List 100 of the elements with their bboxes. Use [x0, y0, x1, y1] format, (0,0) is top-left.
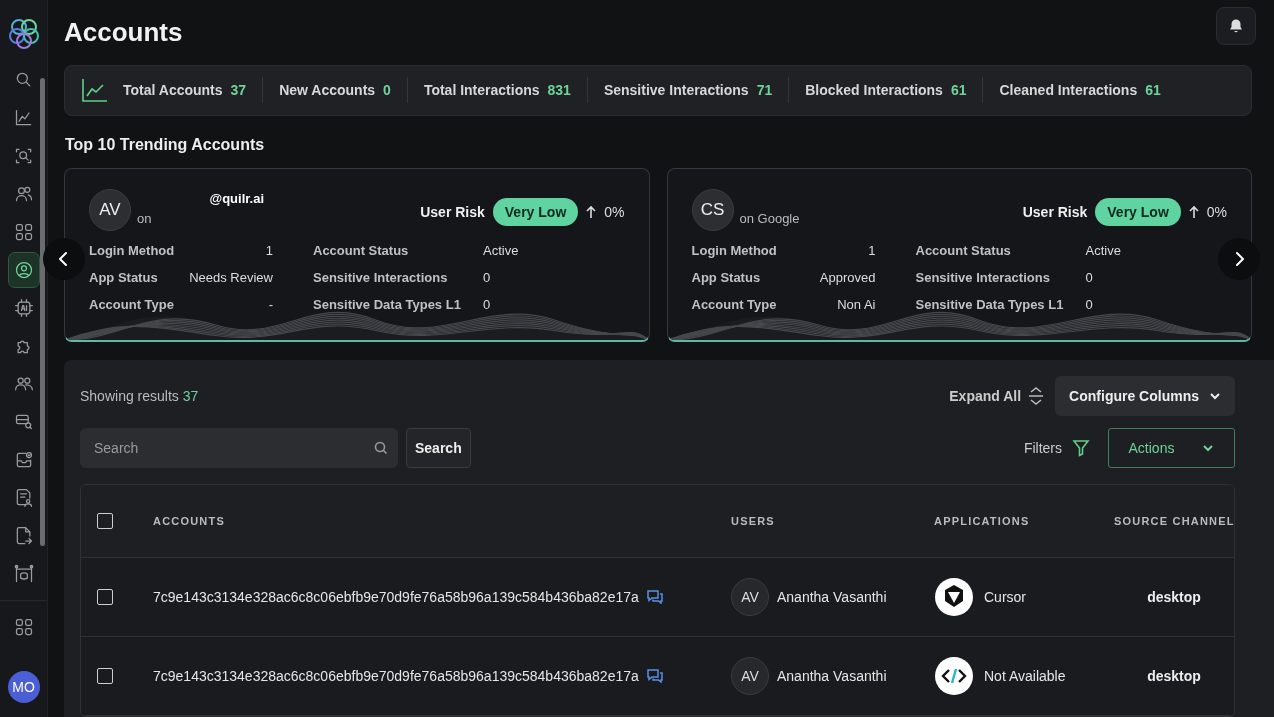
risk-label: User Risk: [420, 204, 485, 220]
risk-change: 0%: [604, 204, 625, 220]
grid-icon: [13, 617, 34, 637]
field-value: 1: [264, 243, 273, 258]
risk-badge: Very Low: [492, 198, 579, 226]
stat-label: Total Accounts: [123, 82, 223, 99]
results-count: Showing results 37: [80, 388, 199, 404]
stat-value: 0: [383, 82, 391, 99]
field-label: Sensitive Data Types L1: [914, 297, 1065, 312]
field-value: -: [267, 297, 273, 312]
field-value: 0: [1085, 270, 1094, 285]
field-label: Login Method: [89, 243, 176, 258]
field-value: 0: [483, 297, 492, 312]
field-label: Sensitive Interactions: [914, 270, 1051, 285]
user-avatar: AV: [731, 578, 769, 616]
filters-button[interactable]: Filters: [1023, 439, 1090, 457]
column-header: ACCOUNTS: [153, 515, 226, 527]
account-id: 7c9e143c3134e328ac6c8c06ebfb9e70d9fe76a58b96a139c584b436ba82e17a: [153, 589, 639, 605]
line-chart-icon: [81, 77, 109, 104]
section-title: Top 10 Trending Accounts: [65, 136, 266, 154]
field-value: Non Ai: [836, 297, 876, 312]
account-avatar: CS: [691, 189, 734, 231]
account-email: @quilr.ai: [209, 191, 265, 206]
chevron-down-icon: [1209, 390, 1221, 402]
field-value: Needs Review: [189, 270, 273, 285]
search-icon: [374, 441, 388, 455]
column-header: SOURCE CHANNEL: [1114, 515, 1234, 527]
grid-icon: [13, 222, 34, 242]
field-value: Approved: [818, 270, 876, 285]
logo-icon: [6, 16, 41, 50]
search-button[interactable]: Search: [406, 428, 471, 468]
line-chart-icon: [13, 108, 34, 128]
risk-badge: Very Low: [1095, 198, 1181, 226]
account-id: 7c9e143c3134e328ac6c8c06ebfb9e70d9fe76a58b96a139c584b436ba82e17a: [153, 668, 639, 684]
arrow-up-icon: [586, 205, 597, 219]
stat-label: New Accounts: [279, 82, 376, 99]
expand-icon: [1027, 386, 1046, 406]
provider-text: on: [137, 211, 152, 226]
row-checkbox[interactable]: [97, 668, 113, 684]
search-field[interactable]: Search: [80, 428, 398, 468]
actions-button[interactable]: Actions: [1108, 428, 1235, 468]
field-label: Sensitive Data Types L1: [312, 297, 462, 312]
stat-label: Cleaned Interactions: [999, 82, 1138, 99]
scan-icon: [13, 146, 34, 166]
field-value: Active: [483, 243, 520, 258]
table-search-icon: [13, 412, 34, 432]
stat-value: 831: [547, 82, 571, 99]
row-checkbox[interactable]: [97, 589, 113, 605]
stat-label: Total Interactions: [423, 82, 540, 99]
field-label: Account Type: [89, 297, 175, 312]
field-label: App Status: [691, 270, 762, 285]
user-name: Anantha Vasanthi: [777, 589, 887, 605]
field-label: Login Method: [691, 243, 778, 258]
stat-label: Sensitive Interactions: [603, 82, 749, 99]
notifications-button[interactable]: [1216, 7, 1256, 46]
column-header: USERS: [731, 515, 776, 527]
scrollbar[interactable]: [40, 78, 45, 546]
user-avatar: AV: [731, 657, 769, 695]
expand-all-button[interactable]: Expand All: [949, 386, 1046, 406]
stat-label: Blocked Interactions: [805, 82, 943, 99]
risk-label: User Risk: [1022, 204, 1088, 220]
column-header: APPLICATIONS: [934, 515, 1031, 527]
user-circle-icon: [13, 260, 34, 280]
user-avatar[interactable]: MO: [7, 671, 40, 703]
field-value: 0: [483, 270, 492, 285]
application-name: Cursor: [984, 589, 1026, 605]
chat-icon[interactable]: [646, 590, 663, 604]
field-label: Account Status: [914, 243, 1012, 258]
page-title: Accounts: [64, 16, 183, 48]
field-value: 1: [867, 243, 876, 258]
account-avatar: AV: [89, 189, 131, 231]
field-label: Sensitive Interactions: [312, 270, 449, 285]
application-name: Not Available: [984, 668, 1066, 684]
stat-value: 71: [756, 82, 773, 99]
field-label: Account Status: [312, 243, 410, 258]
select-all-checkbox[interactable]: [97, 513, 113, 529]
field-value: 0: [1085, 297, 1094, 312]
configure-columns-button[interactable]: Configure Columns: [1055, 376, 1235, 416]
filter-icon: [1072, 439, 1090, 457]
nav-item[interactable]: [7, 252, 40, 288]
chevron-down-icon: [1202, 442, 1215, 454]
risk-change: 0%: [1206, 204, 1227, 220]
source-channel: desktop: [1146, 668, 1202, 684]
stat-value: 37: [230, 82, 247, 99]
cube-icon: [934, 577, 974, 617]
users-icon: [13, 184, 34, 204]
chip-icon: [13, 298, 34, 318]
code-icon: [934, 656, 974, 696]
user-name: Anantha Vasanthi: [777, 668, 887, 684]
frame-icon: [13, 564, 34, 584]
stat-value: 61: [1145, 82, 1161, 99]
chat-icon[interactable]: [646, 669, 663, 683]
source-channel: desktop: [1146, 589, 1202, 605]
bell-icon: [1228, 18, 1244, 35]
stat-value: 61: [950, 82, 967, 99]
arrow-up-icon: [1188, 205, 1199, 219]
field-value: Active: [1085, 243, 1122, 258]
field-label: App Status: [89, 270, 159, 285]
provider-text: on Google: [739, 211, 800, 226]
field-label: Account Type: [691, 297, 778, 312]
